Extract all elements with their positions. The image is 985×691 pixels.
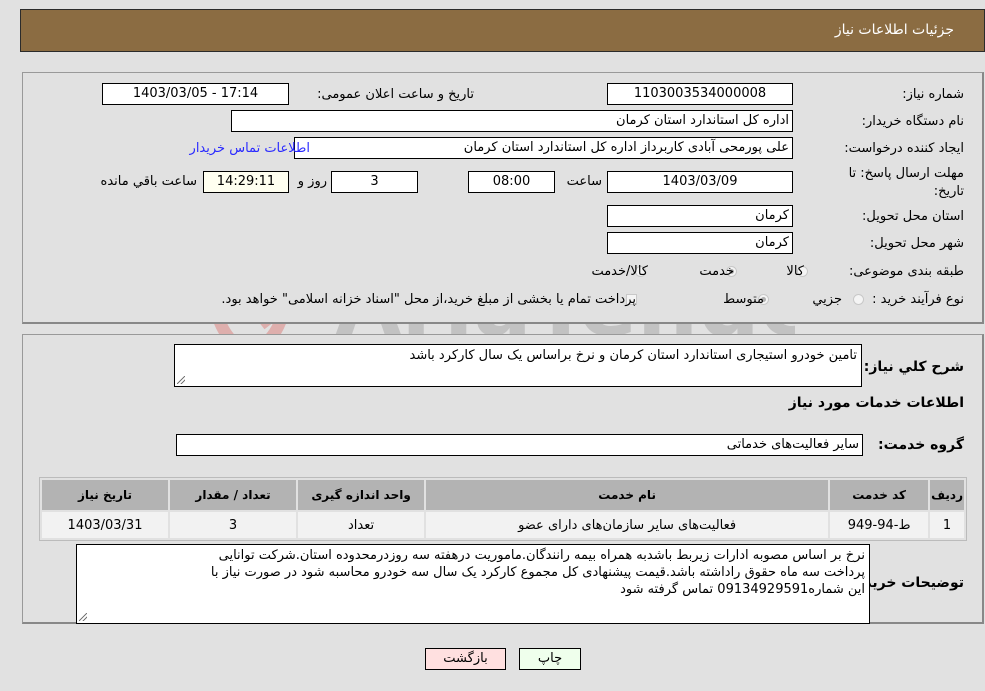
buyer-notes-line: این شماره09134929591 تماس گرفته شود	[620, 582, 865, 597]
category-label: طبقه بندی موضوعی:	[848, 264, 964, 279]
need-number-field: 1103003534000008	[607, 83, 793, 105]
announce-datetime-label: تاریخ و ساعت اعلان عمومی:	[317, 87, 474, 102]
cell-quantity: 3	[170, 512, 297, 538]
buyer-contact-link[interactable]: اطلاعات تماس خریدار	[190, 141, 310, 156]
table-row: 1 ط-94-949 فعالیت‌های سایر سازمان‌های دا…	[42, 512, 964, 538]
deadline-time-label: ساعت	[566, 174, 602, 189]
header-quantity: تعداد / مقدار	[170, 480, 297, 510]
days-remaining-field: 3	[331, 171, 418, 193]
header-need-date: تاریخ نیاز	[42, 480, 169, 510]
header-service-name: نام خدمت	[426, 480, 829, 510]
process-radio-minor[interactable]	[853, 294, 864, 305]
process-option-medium: متوسط	[723, 292, 764, 307]
requester-field: علی پورمحی آبادی کاربرداز اداره کل استان…	[294, 137, 793, 159]
process-option-minor: جزيي	[812, 292, 842, 307]
services-panel: شرح کلي نياز: تامین خودرو استیجاری استان…	[22, 334, 984, 624]
cell-need-date: 1403/03/31	[42, 512, 169, 538]
buyer-org-label: نام دستگاه خریدار:	[861, 114, 964, 129]
page-title: جزئیات اطلاعات نیاز	[834, 22, 954, 38]
summary-text: تامین خودرو استیجاری استاندارد استان کرم…	[409, 348, 858, 363]
delivery-city-field: کرمان	[607, 232, 793, 254]
delivery-province-label: استان محل تحویل:	[862, 209, 964, 224]
summary-textarea[interactable]: تامین خودرو استیجاری استاندارد استان کرم…	[174, 344, 862, 387]
category-option-goods-service: کالا/خدمت	[591, 264, 648, 279]
buyer-notes-line: نرخ بر اساس مصوبه ادارات زیربط باشدبه هم…	[218, 548, 865, 563]
summary-label: شرح کلي نياز:	[863, 359, 964, 375]
buyer-org-field: اداره کل استاندارد استان کرمان	[231, 110, 793, 132]
cell-service-name: فعالیت‌های سایر سازمان‌های دارای عضو	[426, 512, 829, 538]
service-group-field: سایر فعالیت‌های خدماتی	[176, 434, 863, 456]
purchase-process-label: نوع فرآیند خرید :	[872, 292, 964, 307]
requester-label: ایجاد کننده درخواست:	[844, 141, 964, 156]
treasury-note: پرداخت تمام یا بخشی از مبلغ خرید،از محل …	[221, 292, 636, 307]
print-button[interactable]: چاپ	[519, 648, 581, 670]
delivery-province-field: کرمان	[607, 205, 793, 227]
cell-service-code: ط-94-949	[830, 512, 929, 538]
services-section-title: اطلاعات خدمات مورد نیاز	[788, 395, 964, 411]
service-group-label: گروه خدمت:	[878, 437, 964, 453]
buyer-notes-textarea[interactable]: نرخ بر اساس مصوبه ادارات زیربط باشدبه هم…	[76, 544, 870, 624]
deadline-label: مهلت ارسال پاسخ: تا تاریخ:	[848, 166, 964, 199]
deadline-time-field: 08:00	[468, 171, 555, 193]
header-unit: واحد اندازه گیری	[298, 480, 425, 510]
resize-handle-icon[interactable]	[79, 613, 87, 621]
back-button[interactable]: بازگشت	[425, 648, 506, 670]
table-header-row: ردیف کد خدمت نام خدمت واحد اندازه گیری ت…	[42, 480, 964, 510]
category-option-service: خدمت	[699, 264, 734, 279]
cell-unit: تعداد	[298, 512, 425, 538]
need-details-panel: شماره نیاز: 1103003534000008 تاریخ و ساع…	[22, 72, 984, 324]
header-row-number: ردیف	[930, 480, 964, 510]
page-header: جزئیات اطلاعات نیاز	[20, 9, 985, 52]
category-option-goods: کالا	[786, 264, 804, 279]
deadline-date-field: 1403/03/09	[607, 171, 793, 193]
services-table: ردیف کد خدمت نام خدمت واحد اندازه گیری ت…	[39, 477, 967, 541]
resize-handle-icon[interactable]	[177, 376, 185, 384]
time-remaining-field: 14:29:11	[203, 171, 289, 193]
delivery-city-label: شهر محل تحویل:	[869, 236, 964, 251]
buyer-notes-line: پرداخت سه ماه حقوق راداشته باشد.قیمت پیش…	[210, 565, 865, 580]
time-remaining-label: ساعت باقي مانده	[100, 174, 197, 189]
announce-datetime-field: 1403/03/05 - 17:14	[102, 83, 289, 105]
header-service-code: کد خدمت	[830, 480, 929, 510]
cell-row-number: 1	[930, 512, 964, 538]
days-label: روز و	[297, 174, 327, 189]
need-number-label: شماره نیاز:	[902, 87, 964, 102]
